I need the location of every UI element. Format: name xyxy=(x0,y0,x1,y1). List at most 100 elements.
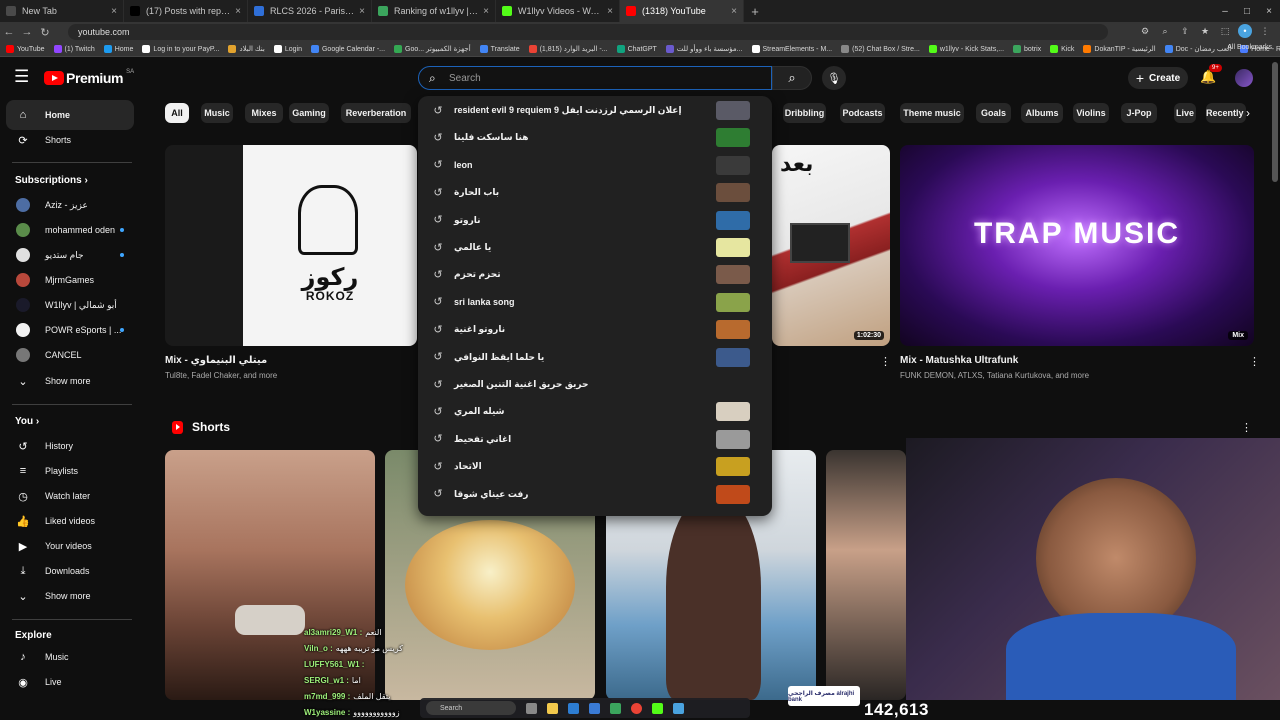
bookmark-item[interactable]: Doc - ألعب رمضان xyxy=(1164,45,1231,53)
video-thumbnail[interactable]: بعد 1:02:30 xyxy=(772,145,890,346)
show-more-button[interactable]: ⌄ Show more xyxy=(6,366,134,396)
filter-chip[interactable]: Violins xyxy=(1073,103,1109,123)
filter-chip[interactable]: All xyxy=(165,103,189,123)
video-title[interactable]: Mix - Matushka Ultrafunk xyxy=(900,355,1018,366)
tab-close-icon[interactable]: × xyxy=(111,6,117,17)
bookmark-item[interactable]: Translate xyxy=(479,45,520,53)
chevron-right-icon[interactable]: › xyxy=(1246,103,1260,123)
zoom-icon[interactable]: ⌕ xyxy=(1158,24,1172,38)
search-button[interactable]: ⌕ xyxy=(772,66,812,90)
more-options-icon[interactable]: ⋮ xyxy=(1241,421,1252,434)
search-suggestion[interactable]: ↺ شيله المري xyxy=(418,398,772,425)
filter-chip[interactable]: Dribbling xyxy=(783,103,826,123)
bookmark-item[interactable]: botrix xyxy=(1013,45,1041,53)
back-icon[interactable]: ← xyxy=(0,26,18,38)
file-explorer-icon[interactable] xyxy=(547,702,558,714)
browser-tab[interactable]: RLCS 2026 - Paris Major: Midd× xyxy=(248,0,372,22)
video-title[interactable]: Mix - ميتلي البنيماوي xyxy=(165,355,267,366)
task-view-icon[interactable] xyxy=(526,702,537,714)
search-suggestion[interactable]: ↺ يا عالمي xyxy=(418,234,772,261)
star-icon[interactable]: ★ xyxy=(1198,24,1212,38)
sidebar-item-live[interactable]: ◉ Live xyxy=(6,667,134,697)
notifications-button[interactable]: 🔔 9+ xyxy=(1200,64,1222,87)
short-thumbnail[interactable] xyxy=(826,450,906,700)
search-suggestion[interactable]: ↺ الاتحاد xyxy=(418,453,772,480)
search-suggestion[interactable]: ↺ resident evil 9 requiem إعلان الرسمي لر… xyxy=(418,97,772,124)
bookmark-item[interactable]: YouTube xyxy=(6,45,45,53)
search-suggestion[interactable]: ↺ ناروتو xyxy=(418,207,772,234)
filter-chip[interactable]: Music xyxy=(201,103,233,123)
bookmark-item[interactable]: ChatGPT xyxy=(616,45,657,53)
filter-chip[interactable]: Goals xyxy=(976,103,1011,123)
new-tab-icon[interactable]: + xyxy=(744,4,766,19)
bookmark-item[interactable]: (1,815) البريد الوارد -... xyxy=(528,45,608,53)
filter-chip[interactable]: Gaming xyxy=(289,103,329,123)
share-icon[interactable]: ⇪ xyxy=(1178,24,1192,38)
tab-close-icon[interactable]: × xyxy=(483,6,489,17)
url-field[interactable]: youtube.com xyxy=(68,24,1108,40)
filter-chip[interactable]: Albums xyxy=(1021,103,1063,123)
app-icon[interactable] xyxy=(673,702,684,714)
video-thumbnail[interactable]: ركوز ROKOZ xyxy=(165,145,417,346)
store-icon[interactable] xyxy=(568,702,579,714)
bookmark-item[interactable]: Login xyxy=(273,45,302,53)
settings-icon[interactable]: ⚙ xyxy=(1138,24,1152,38)
bookmark-item[interactable]: Home xyxy=(103,45,133,53)
youtube-logo[interactable]: Premium SA xyxy=(44,69,134,86)
minimize-icon[interactable]: – xyxy=(1214,0,1236,22)
sidebar-item-shorts[interactable]: ⟳ Shorts xyxy=(6,125,134,155)
bookmark-item[interactable]: StreamElements - M... xyxy=(751,45,832,53)
video-thumbnail[interactable]: TRAP MUSIC Mix xyxy=(900,145,1254,346)
search-input[interactable] xyxy=(449,72,749,84)
more-options-icon[interactable]: ⋮ xyxy=(880,355,891,368)
bookmark-item[interactable]: Log in to your PayP... xyxy=(142,45,219,53)
search-suggestion[interactable]: ↺ يا حلما ايقظ النوافي xyxy=(418,344,772,371)
tab-close-icon[interactable]: × xyxy=(607,6,613,17)
app-icon[interactable] xyxy=(610,702,621,714)
extensions-icon[interactable]: ⬚ xyxy=(1218,24,1232,38)
steam-icon[interactable] xyxy=(589,702,600,714)
search-suggestion[interactable]: ↺ رفت عيناي شوقا xyxy=(418,481,772,508)
taskbar-search[interactable]: Search xyxy=(426,701,516,715)
bookmark-item[interactable]: Kick xyxy=(1050,45,1074,53)
tab-close-icon[interactable]: × xyxy=(359,6,365,17)
bookmark-item[interactable]: (1) Twitch xyxy=(53,45,95,53)
filter-chip[interactable]: Podcasts xyxy=(840,103,885,123)
browser-tab[interactable]: (17) Posts with replies by رزيلي × xyxy=(124,0,248,22)
bookmark-item[interactable]: بنك البلاد xyxy=(228,45,265,53)
tab-close-icon[interactable]: × xyxy=(731,6,737,17)
search-suggestion[interactable]: ↺ ناروتو اغنية xyxy=(418,316,772,343)
browser-tab[interactable]: New Tab × xyxy=(0,0,124,22)
close-window-icon[interactable]: × xyxy=(1258,0,1280,22)
reload-icon[interactable]: ↻ xyxy=(36,26,54,39)
show-more-button[interactable]: ⌄ Show more xyxy=(6,581,134,611)
search-suggestion[interactable]: ↺ حريق حريق اغنية التنين الصغير xyxy=(418,371,772,398)
profile-icon[interactable]: • xyxy=(1238,24,1252,38)
search-suggestion[interactable]: ↺ sri lanka song xyxy=(418,289,772,316)
filter-chip[interactable]: Recently uploaded xyxy=(1206,103,1246,123)
subscriptions-heading[interactable]: Subscriptions › xyxy=(15,175,88,186)
app-icon[interactable] xyxy=(652,702,663,714)
you-heading[interactable]: You › xyxy=(15,416,39,427)
browser-tab[interactable]: (1318) YouTube × xyxy=(620,0,744,22)
bookmark-item[interactable]: مؤسسة باء ووأو للت... xyxy=(665,45,743,53)
more-options-icon[interactable]: ⋮ xyxy=(1249,355,1260,368)
avatar[interactable] xyxy=(1235,69,1253,87)
bookmark-item[interactable]: w1llyv - Kick Stats,... xyxy=(928,45,1004,53)
more-icon[interactable]: ⋮ xyxy=(1258,24,1272,38)
search-suggestion[interactable]: ↺ اغاني تفحيط xyxy=(418,426,772,453)
maximize-icon[interactable]: □ xyxy=(1236,0,1258,22)
tab-close-icon[interactable]: × xyxy=(235,6,241,17)
forward-icon[interactable]: → xyxy=(18,26,36,38)
filter-chip[interactable]: Theme music xyxy=(900,103,964,123)
filter-chip[interactable]: Reverberation xyxy=(341,103,411,123)
create-button[interactable]: + Create xyxy=(1128,67,1188,89)
all-bookmarks-link[interactable]: All Bookmarks xyxy=(1227,44,1272,51)
bookmark-item[interactable]: (52) Chat Box / Stre... xyxy=(841,45,920,53)
menu-icon[interactable]: ☰ xyxy=(14,68,32,86)
search-suggestion[interactable]: ↺ leon xyxy=(418,152,772,179)
search-suggestion[interactable]: ↺ تحزم تحزم xyxy=(418,261,772,288)
bookmark-item[interactable]: Google Calendar -... xyxy=(310,45,385,53)
voice-search-button[interactable]: 🎙 xyxy=(822,66,846,90)
browser-tab[interactable]: Ranking of w1llyv | BotRix — C × xyxy=(372,0,496,22)
